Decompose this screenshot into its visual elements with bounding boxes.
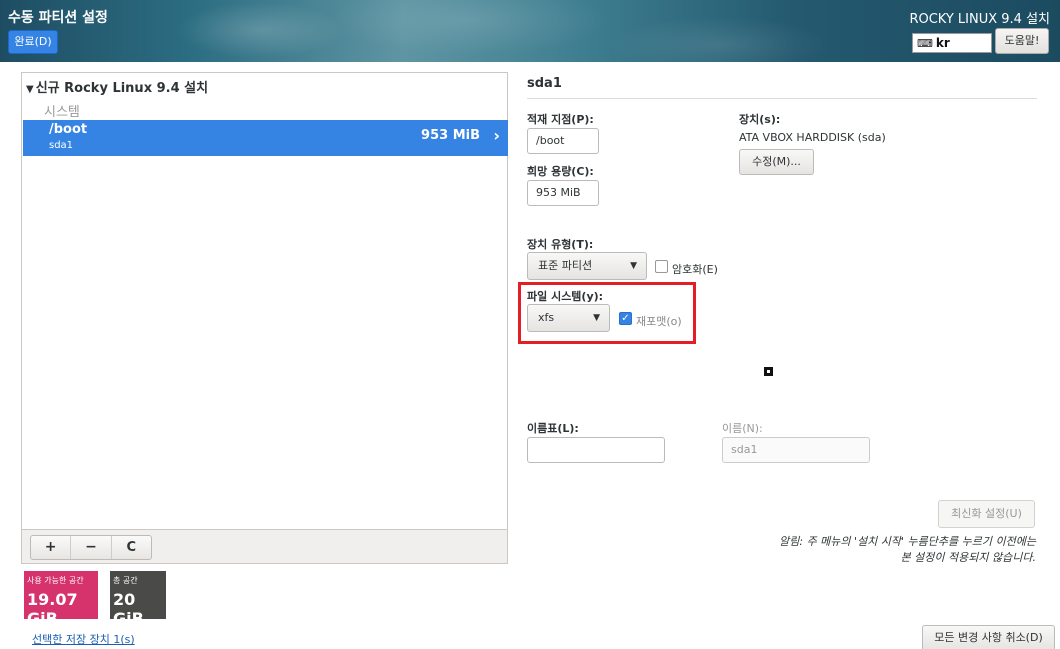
remove-partition-button[interactable]: − [71, 536, 112, 559]
detail-divider [527, 98, 1037, 99]
name-field[interactable]: sda1 [722, 437, 870, 463]
partition-device: sda1 [49, 140, 74, 151]
page-title: 수동 파티션 설정 [8, 10, 108, 26]
chevron-down-icon: ▼ [593, 313, 600, 323]
devices-label: 장치(s): [739, 113, 781, 126]
partition-toolbar: + − C [22, 529, 507, 563]
update-settings-button[interactable]: 최신화 설정(U) [938, 500, 1035, 528]
available-space-value: 19.07 GiB [27, 590, 78, 628]
selected-storage-link[interactable]: 선택한 저장 장치 1(s) [32, 631, 135, 647]
reformat-checkbox[interactable]: ✓ [619, 312, 632, 325]
discard-all-changes-button[interactable]: 모든 변경 사항 취소(D) [922, 625, 1055, 649]
detail-title: sda1 [527, 76, 562, 91]
filesystem-label: 파일 시스템(y): [527, 290, 604, 303]
partition-size: 953 MiB [421, 128, 480, 143]
chevron-down-icon: ▼ [630, 261, 637, 271]
product-title: ROCKY LINUX 9.4 설치 [909, 12, 1050, 27]
keyboard-icon: ⌨ [917, 37, 933, 50]
apply-note: 알림: 주 메뉴의 '설치 시작' 누름단추를 누르기 이전에는 본 설정이 적… [779, 535, 1036, 564]
filesystem-select[interactable]: xfs ▼ [527, 304, 610, 332]
install-tree-title: 신규 Rocky Linux 9.4 설치 [35, 81, 209, 96]
devices-value: ATA VBOX HARDDISK (sda) [739, 131, 886, 144]
partition-row-boot[interactable]: /boot sda1 953 MiB › [23, 120, 508, 156]
reformat-label: 재포맷(o) [636, 315, 682, 328]
small-square-icon [764, 367, 773, 376]
available-space-label: 사용 가능한 공간 [27, 576, 84, 585]
help-button[interactable]: 도움말! [995, 28, 1049, 54]
device-type-value: 표준 파티션 [538, 259, 593, 272]
keyboard-layout-label: kr [935, 36, 950, 50]
done-button[interactable]: 완료(D) [8, 30, 58, 54]
partition-tree-panel: ▼ 신규 Rocky Linux 9.4 설치 시스템 /boot sda1 95… [21, 72, 508, 564]
encrypt-label: 암호화(E) [672, 263, 718, 276]
mount-point-field[interactable]: /boot [527, 128, 599, 154]
device-type-select[interactable]: 표준 파티션 ▼ [527, 252, 647, 280]
header-bar: 수동 파티션 설정 완료(D) ROCKY LINUX 9.4 설치 ⌨ kr 도… [0, 0, 1060, 62]
refresh-button[interactable]: C [112, 536, 151, 559]
device-type-label: 장치 유형(T): [527, 238, 594, 251]
expand-arrow-icon: ▼ [26, 84, 34, 95]
partition-mount: /boot [49, 122, 88, 137]
mount-point-label: 적재 지점(P): [527, 113, 594, 126]
name-field-label: 이름(N): [722, 422, 763, 435]
add-partition-button[interactable]: + [31, 536, 72, 559]
filesystem-value: xfs [538, 311, 555, 324]
system-group-label: 시스템 [44, 105, 80, 120]
label-field-label: 이름표(L): [527, 422, 579, 435]
partition-button-group: + − C [30, 535, 152, 560]
chevron-right-icon: › [493, 126, 500, 145]
total-space-box: 총 공간 20 GiB [110, 571, 166, 628]
desired-capacity-label: 희망 용량(C): [527, 165, 594, 178]
label-field[interactable] [527, 437, 665, 463]
encrypt-checkbox[interactable] [655, 260, 668, 273]
total-space-value: 20 GiB [113, 590, 144, 628]
desired-capacity-field[interactable]: 953 MiB [527, 180, 599, 206]
install-tree-header[interactable]: ▼ 신규 Rocky Linux 9.4 설치 [26, 77, 208, 96]
keyboard-layout-indicator[interactable]: ⌨ kr [912, 33, 992, 53]
modify-device-button[interactable]: 수정(M)... [739, 149, 814, 175]
total-space-label: 총 공간 [113, 576, 138, 585]
available-space-box: 사용 가능한 공간 19.07 GiB [24, 571, 98, 628]
